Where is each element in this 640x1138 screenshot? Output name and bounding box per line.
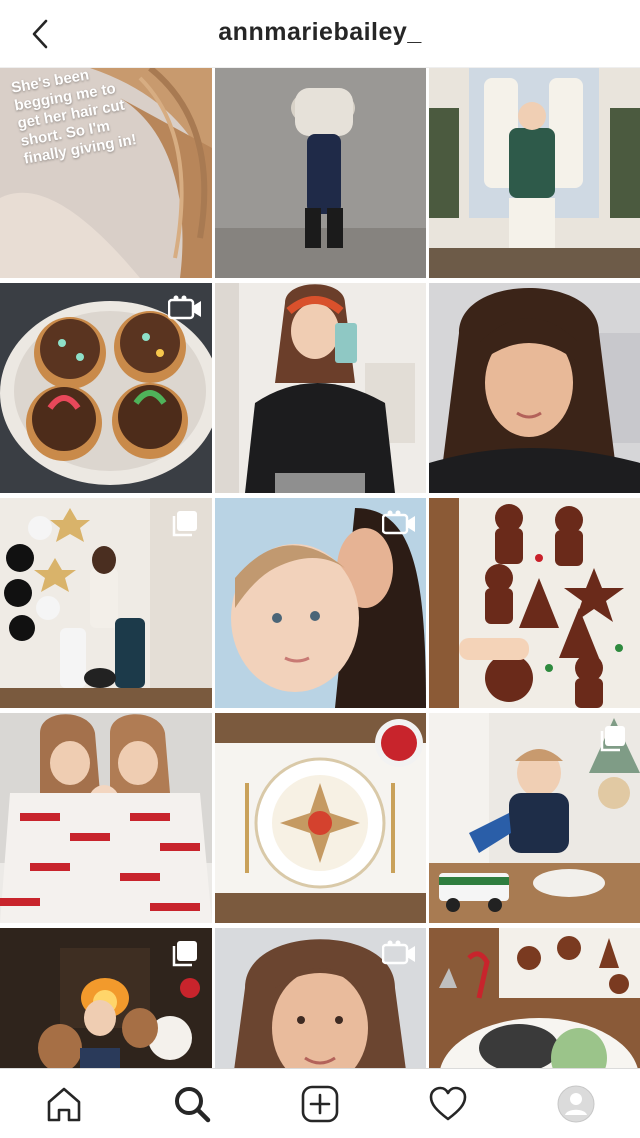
post-tile-selfie[interactable] [429,283,640,493]
profile-header: annmariebailey_ [0,0,640,68]
reel-icon [382,510,416,538]
tab-activity[interactable] [416,1074,480,1134]
post-image [429,283,640,493]
activity-heart-icon [429,1086,467,1120]
post-tile-gingerbread-cookies[interactable] [429,498,640,708]
post-tile-baby-with-truck[interactable] [429,713,640,923]
post-tile-hair[interactable]: She's been begging me to get her hair cu… [0,68,212,278]
post-tile-new-year-family[interactable] [0,498,212,708]
post-tile-donuts[interactable] [0,283,212,493]
post-tile-kids-at-door[interactable] [429,68,640,278]
new-post-icon [301,1085,339,1122]
carousel-icon [168,940,202,968]
carousel-icon [168,510,202,538]
bottom-tab-bar [0,1068,640,1138]
post-image [215,283,426,493]
reel-icon [168,295,202,323]
post-image [215,713,426,923]
post-tile-mom-kissing-baby[interactable] [215,498,426,708]
carousel-icon [596,725,630,753]
profile-avatar-icon [557,1085,595,1122]
post-grid: She's been begging me to get her hair cu… [0,68,640,1138]
tab-home[interactable] [32,1074,96,1134]
search-icon [175,1086,211,1122]
post-tile-toddler-walking[interactable] [215,68,426,278]
post-tile-kids-in-pajamas[interactable] [0,713,212,923]
post-tile-holiday-plate[interactable] [215,713,426,923]
tab-search[interactable] [160,1074,224,1134]
post-image [215,68,426,278]
post-image [429,498,640,708]
home-icon [47,1087,81,1121]
reel-icon [382,940,416,968]
tab-new-post[interactable] [288,1074,352,1134]
post-image [429,68,640,278]
tab-profile[interactable] [544,1074,608,1134]
post-image [0,713,212,923]
post-tile-mirror-selfie[interactable] [215,283,426,493]
profile-username: annmariebailey_ [218,18,422,46]
